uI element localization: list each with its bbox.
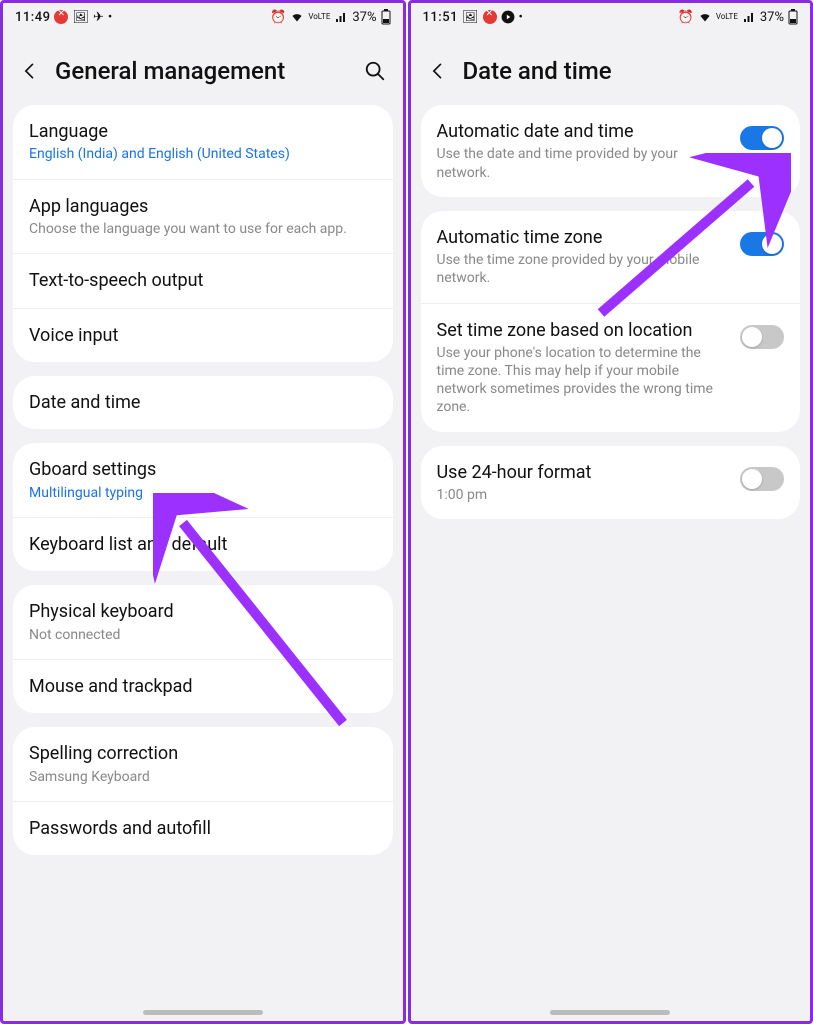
record-icon xyxy=(54,10,68,24)
row-subtitle: Not connected xyxy=(29,626,377,644)
phone-left: 11:49 🖼 ✈ • ⏰ VoLTE 37% General manageme… xyxy=(0,0,406,1024)
settings-group: Automatic time zoneUse the time zone pro… xyxy=(421,211,801,432)
row-subtitle: Multilingual typing xyxy=(29,484,377,502)
row-title: Text-to-speech output xyxy=(29,269,377,292)
nav-handle[interactable] xyxy=(143,1010,263,1015)
status-bar: 11:51 🖼 • ⏰ VoLTE 37% xyxy=(411,3,811,29)
play-icon xyxy=(501,10,515,24)
signal-icon xyxy=(334,11,348,23)
row-subtitle: English (India) and English (United Stat… xyxy=(29,145,377,163)
image-icon: 🖼 xyxy=(462,10,479,25)
settings-group: Gboard settings Multilingual typing Keyboa… xyxy=(13,443,393,571)
row-subtitle: Use the date and time provided by your n… xyxy=(437,145,729,181)
toggle-switch[interactable] xyxy=(740,325,784,349)
status-time: 11:51 xyxy=(423,10,458,25)
row-title: App languages xyxy=(29,195,377,218)
record-icon xyxy=(483,10,497,24)
row-title: Spelling correction xyxy=(29,742,377,765)
telegram-icon: ✈ xyxy=(93,10,104,25)
toggle-switch[interactable] xyxy=(740,467,784,491)
row-title: Passwords and autofill xyxy=(29,817,377,840)
image-icon: 🖼 xyxy=(72,10,89,25)
row-title: Mouse and trackpad xyxy=(29,675,377,698)
settings-row[interactable]: Physical keyboard Not connected xyxy=(13,585,393,660)
row-title: Automatic date and time xyxy=(437,120,729,143)
page-header: Date and time xyxy=(411,29,811,105)
row-title: Automatic time zone xyxy=(437,226,729,249)
settings-group: Language English (India) and English (Uni… xyxy=(13,105,393,362)
settings-group: Date and time xyxy=(13,376,393,429)
row-subtitle: Use your phone's location to determine t… xyxy=(437,344,729,417)
back-button[interactable] xyxy=(427,60,449,82)
settings-row[interactable]: App languages Choose the language you wan… xyxy=(13,180,393,255)
settings-row[interactable]: Date and time xyxy=(13,376,393,429)
settings-list: Automatic date and timeUse the date and … xyxy=(411,105,811,1021)
settings-row[interactable]: Text-to-speech output xyxy=(13,254,393,308)
page-header: General management xyxy=(3,29,403,105)
row-title: Keyboard list and default xyxy=(29,533,377,556)
settings-group: Use 24-hour format 1:00 pm xyxy=(421,446,801,520)
row-title: Gboard settings xyxy=(29,458,377,481)
settings-row[interactable]: Use 24-hour format 1:00 pm xyxy=(421,446,801,520)
volte-icon: VoLTE xyxy=(308,13,330,21)
dot-icon: • xyxy=(519,10,523,25)
alarm-icon: ⏰ xyxy=(270,10,286,25)
settings-row[interactable]: Spelling correction Samsung Keyboard xyxy=(13,727,393,802)
toggle-switch[interactable] xyxy=(740,126,784,150)
settings-group: Spelling correction Samsung Keyboard Passw… xyxy=(13,727,393,855)
battery-icon xyxy=(788,9,798,25)
signal-icon xyxy=(742,11,756,23)
search-button[interactable] xyxy=(363,59,387,83)
settings-list: Language English (India) and English (Uni… xyxy=(3,105,403,1021)
dot-icon: • xyxy=(108,10,112,25)
phone-right: 11:51 🖼 • ⏰ VoLTE 37% Date xyxy=(408,0,813,1024)
row-title: Voice input xyxy=(29,324,377,347)
settings-group: Automatic date and timeUse the date and … xyxy=(421,105,801,197)
page-title: General management xyxy=(55,57,349,85)
volte-icon: VoLTE xyxy=(716,13,738,21)
row-subtitle: Choose the language you want to use for … xyxy=(29,220,377,238)
row-subtitle: Use the time zone provided by your mobil… xyxy=(437,251,729,287)
settings-row[interactable]: Keyboard list and default xyxy=(13,518,393,571)
row-title: Date and time xyxy=(29,391,377,414)
row-subtitle: 1:00 pm xyxy=(437,486,729,504)
page-title: Date and time xyxy=(463,57,795,85)
settings-row[interactable]: Set time zone based on locationUse your … xyxy=(421,304,801,432)
row-title: Physical keyboard xyxy=(29,600,377,623)
settings-row[interactable]: Gboard settings Multilingual typing xyxy=(13,443,393,518)
back-button[interactable] xyxy=(19,60,41,82)
settings-row[interactable]: Voice input xyxy=(13,309,393,362)
row-title: Set time zone based on location xyxy=(437,319,729,342)
battery-percent: 37% xyxy=(760,10,784,25)
row-title: Language xyxy=(29,120,377,143)
settings-row[interactable]: Automatic date and timeUse the date and … xyxy=(421,105,801,197)
row-subtitle: Samsung Keyboard xyxy=(29,768,377,786)
status-time: 11:49 xyxy=(15,10,50,25)
alarm-icon: ⏰ xyxy=(678,10,694,25)
status-bar: 11:49 🖼 ✈ • ⏰ VoLTE 37% xyxy=(3,3,403,29)
nav-handle[interactable] xyxy=(550,1010,670,1015)
wifi-icon xyxy=(290,11,304,23)
row-title: Use 24-hour format xyxy=(437,461,729,484)
settings-row[interactable]: Passwords and autofill xyxy=(13,802,393,855)
toggle-switch[interactable] xyxy=(740,232,784,256)
settings-row[interactable]: Language English (India) and English (Uni… xyxy=(13,105,393,180)
battery-percent: 37% xyxy=(352,10,376,25)
wifi-icon xyxy=(698,11,712,23)
settings-row[interactable]: Automatic time zoneUse the time zone pro… xyxy=(421,211,801,304)
settings-group: Physical keyboard Not connected Mouse and … xyxy=(13,585,393,713)
settings-row[interactable]: Mouse and trackpad xyxy=(13,660,393,713)
battery-icon xyxy=(381,9,391,25)
